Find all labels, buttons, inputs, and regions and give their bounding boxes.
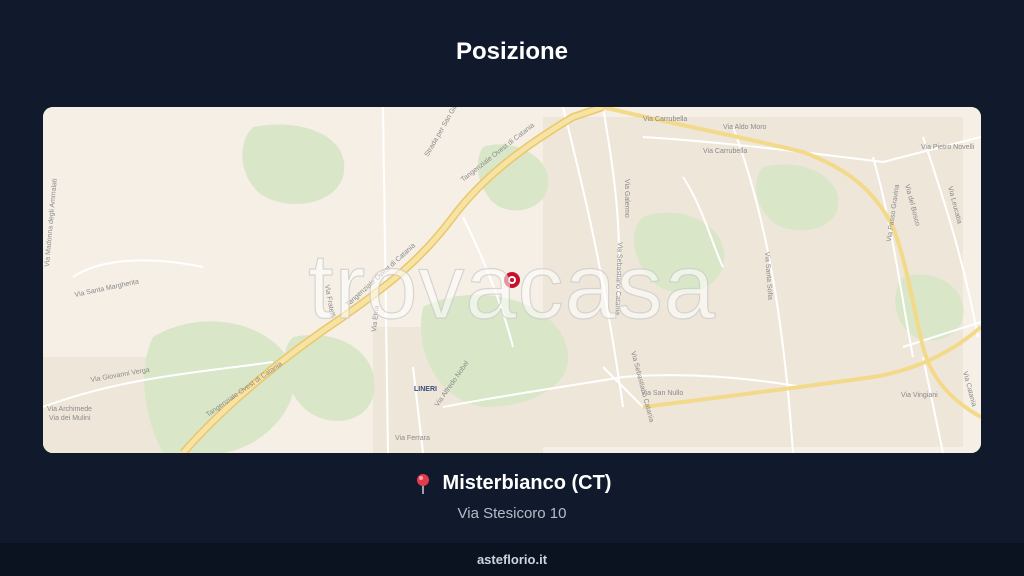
- map-label: Via Pietro Novelli: [921, 144, 975, 151]
- map-label: Via Archimede: [47, 406, 92, 413]
- map-label: Via dei Mulini: [49, 415, 91, 422]
- map-label: Via Carrubella: [643, 116, 687, 123]
- map-label: Via Galermo: [623, 179, 630, 218]
- map-label: Via Aldo Moro: [723, 124, 767, 131]
- map-view[interactable]: Tangenziale Ovest di Catania Tangenziale…: [43, 107, 981, 453]
- location-name: Misterbianco (CT): [442, 472, 612, 494]
- map-label: Via Vingiani: [901, 392, 938, 399]
- map-district-label: LINERI: [414, 386, 437, 393]
- map-label: Via Ferrara: [395, 435, 430, 442]
- map-label: Via Carrubella: [703, 148, 747, 155]
- page-title: Posizione: [455, 38, 569, 65]
- location-address: Via Stesicoro 10: [457, 505, 567, 522]
- map-label: Via San Nullo: [641, 390, 683, 397]
- map-canvas[interactable]: Tangenziale Ovest di Catania Tangenziale…: [43, 107, 981, 453]
- footer: asteflorio.it: [0, 543, 1024, 576]
- map-pin-icon: [413, 473, 433, 495]
- location-marker[interactable]: [504, 272, 520, 288]
- footer-site-link[interactable]: asteflorio.it: [477, 552, 547, 567]
- location-info: Misterbianco (CT) Via Stesicoro 10: [0, 472, 1024, 522]
